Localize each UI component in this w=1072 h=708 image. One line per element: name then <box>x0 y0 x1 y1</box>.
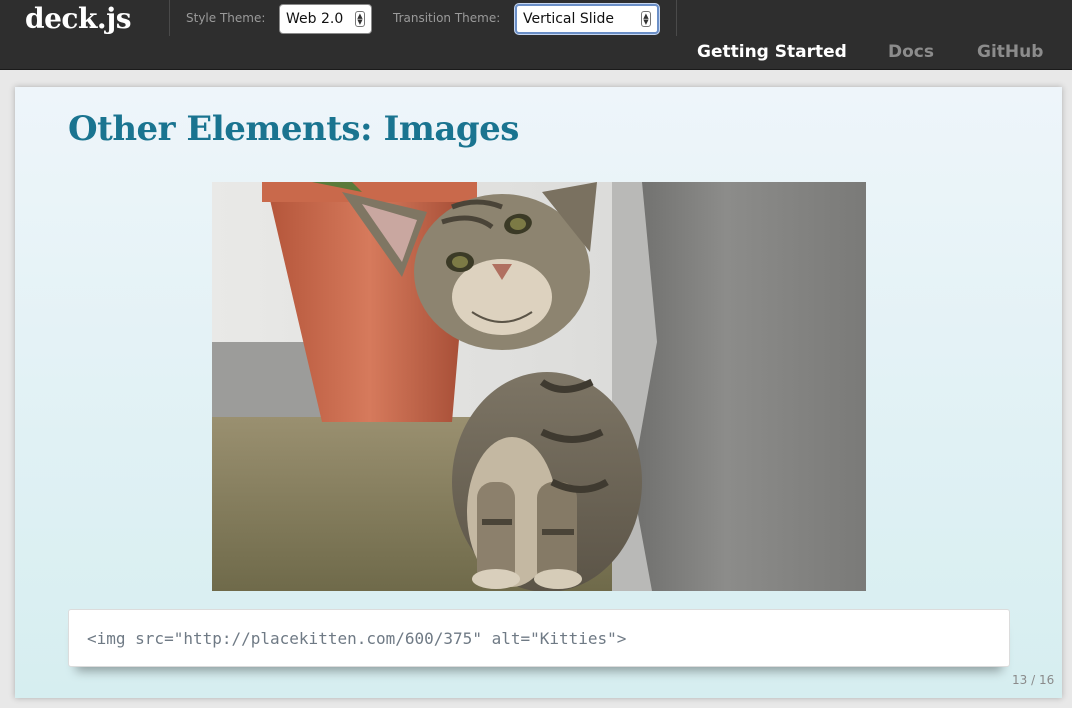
slide-counter: 13 / 16 <box>1012 673 1055 687</box>
slide: Other Elements: Images <img src="http://… <box>15 87 1062 698</box>
top-bar: deck.js Style Theme: Web 2.0 ▲ ▼ Transiti… <box>0 0 1072 70</box>
divider <box>676 0 677 36</box>
nav-getting-started[interactable]: Getting Started <box>697 42 847 62</box>
transition-theme-label: Transition Theme: <box>393 11 501 25</box>
nav-github[interactable]: GitHub <box>977 42 1043 62</box>
kitten-image <box>212 182 866 591</box>
select-spinner-icon: ▲ ▼ <box>355 11 365 27</box>
divider <box>169 0 170 36</box>
logo[interactable]: deck.js <box>25 2 131 35</box>
code-block: <img src="http://placekitten.com/600/375… <box>68 609 1010 667</box>
nav-docs[interactable]: Docs <box>888 42 934 62</box>
slide-title: Other Elements: Images <box>68 109 519 149</box>
style-theme-label: Style Theme: <box>186 11 266 25</box>
kitten-illustration <box>212 182 866 591</box>
transition-theme-value: Vertical Slide <box>523 11 615 27</box>
style-theme-value: Web 2.0 <box>286 11 344 27</box>
style-theme-select[interactable]: Web 2.0 ▲ ▼ <box>279 4 372 34</box>
select-spinner-icon: ▲ ▼ <box>641 11 651 27</box>
transition-theme-select[interactable]: Vertical Slide ▲ ▼ <box>515 4 659 34</box>
